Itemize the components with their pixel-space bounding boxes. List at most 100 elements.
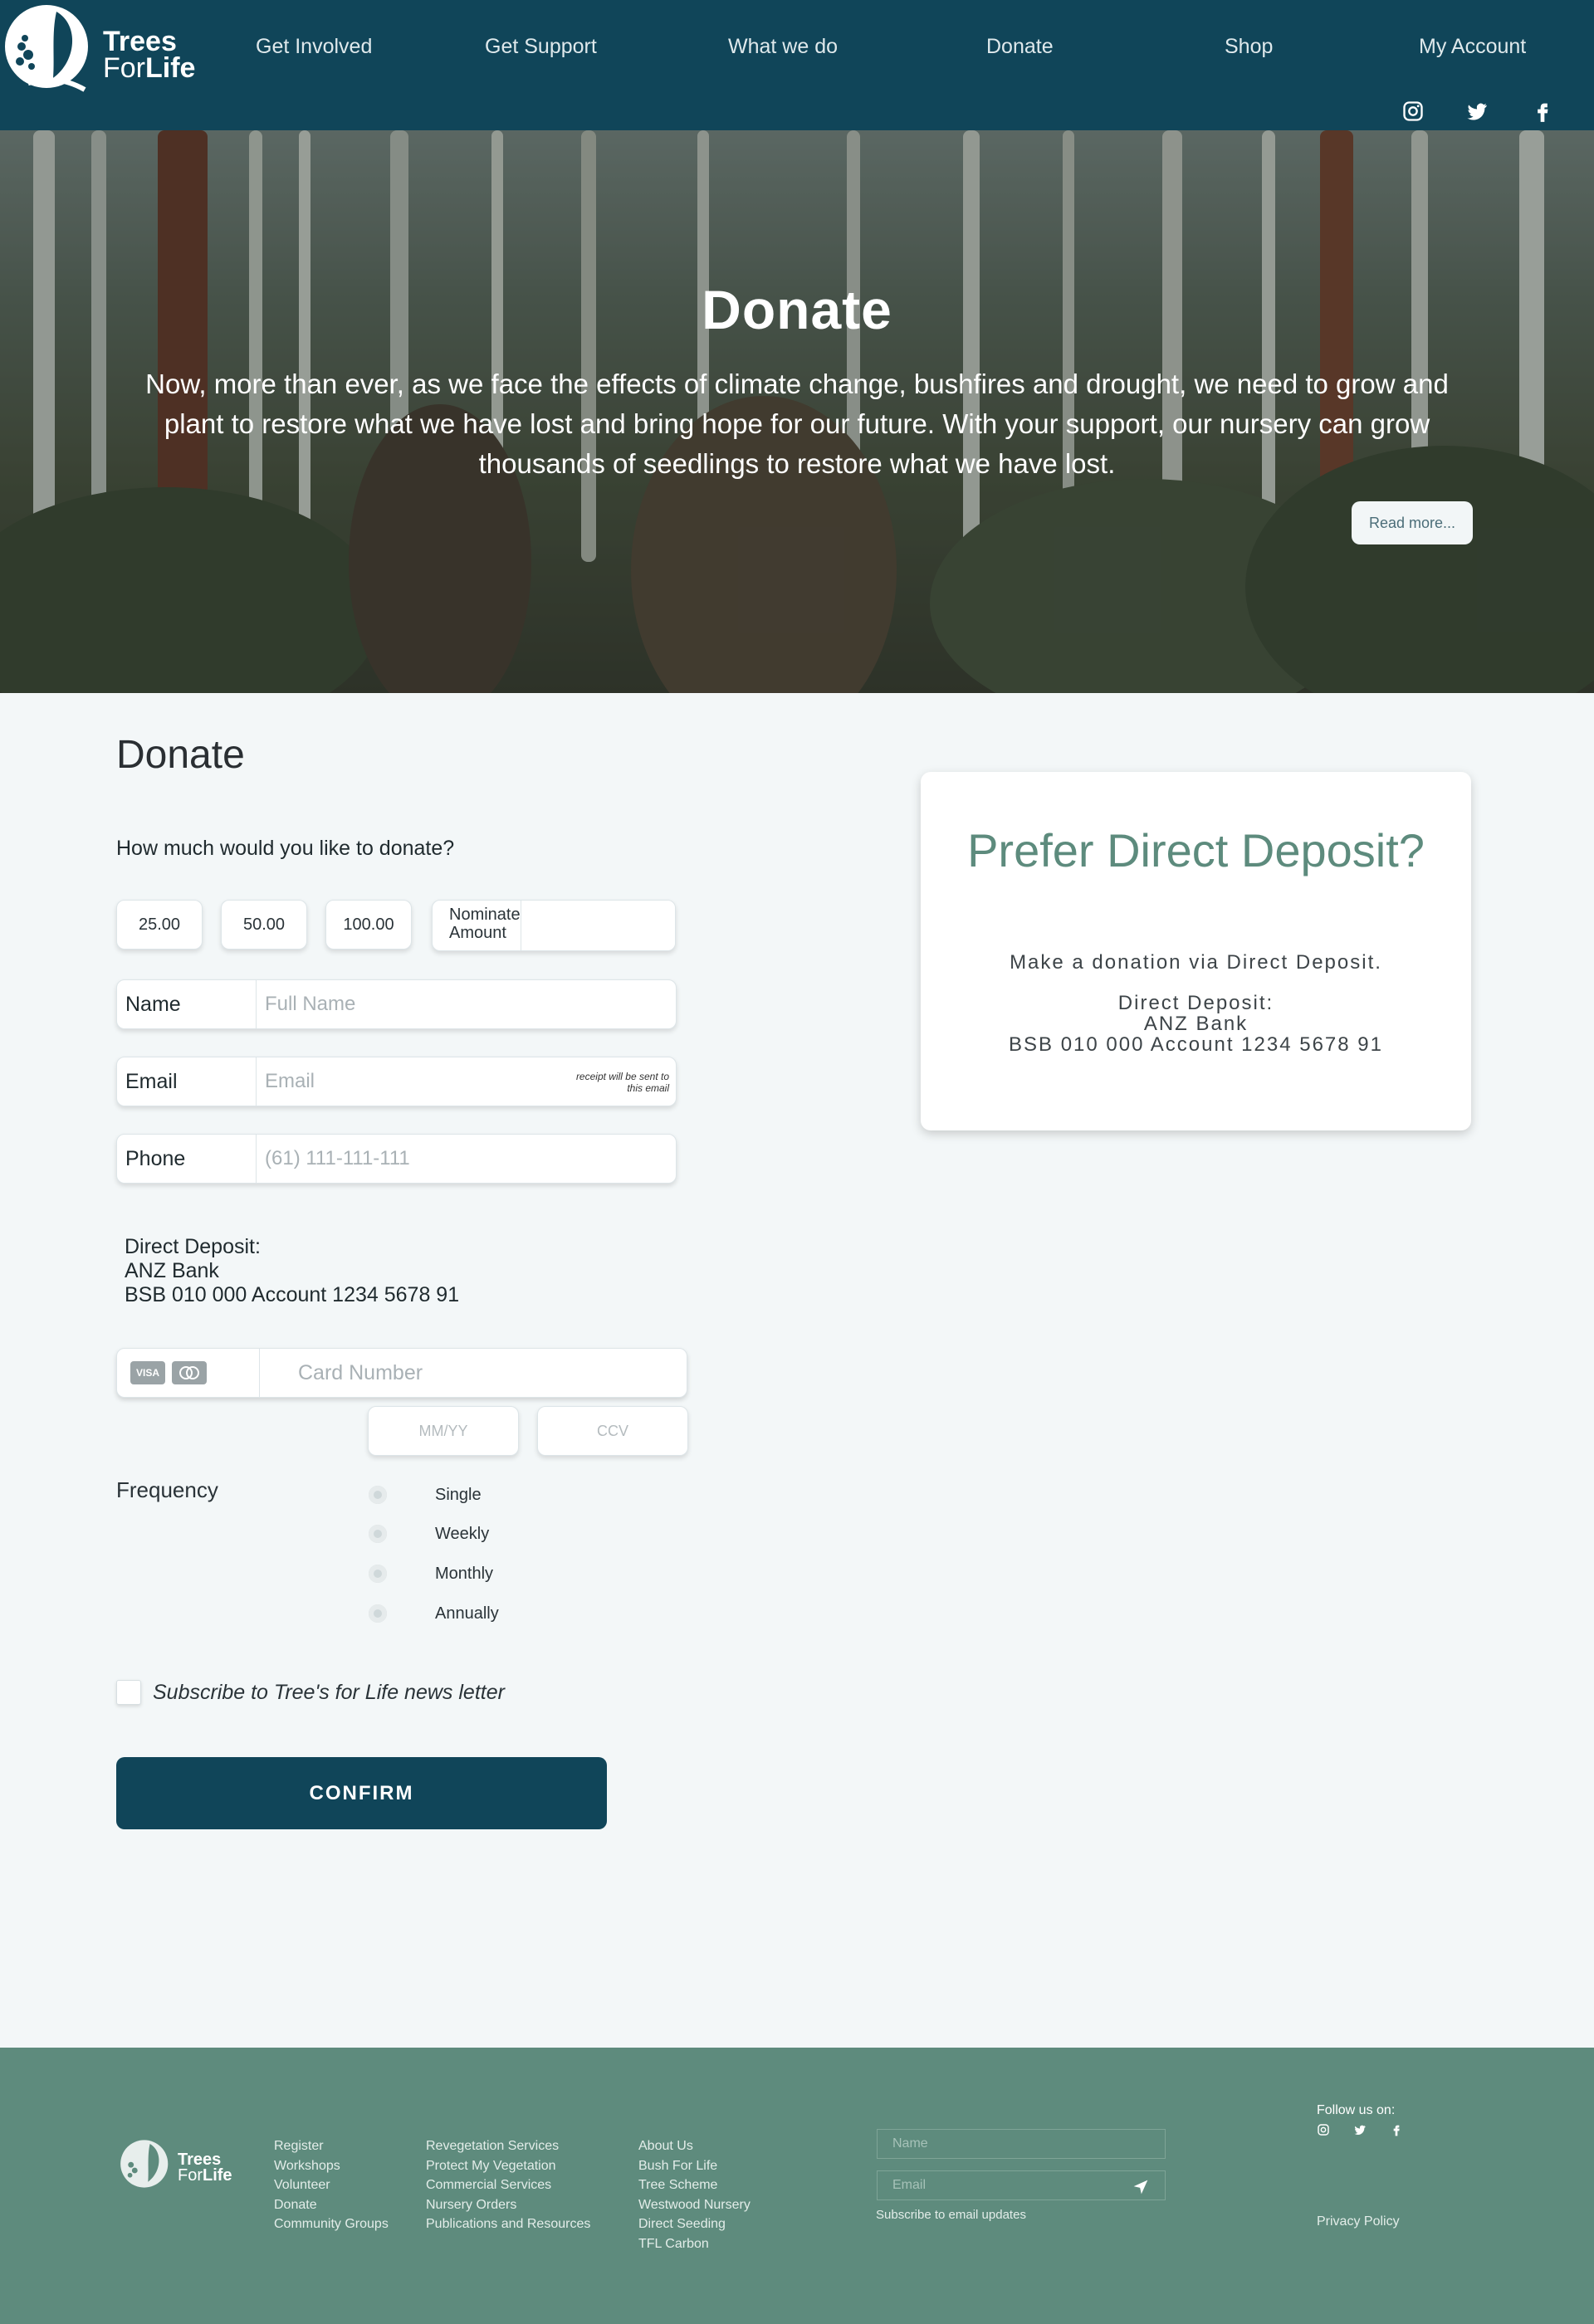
footer-link[interactable]: Publications and Resources [426,2214,590,2234]
frequency-option-weekly[interactable]: Weekly [369,1522,489,1545]
donate-form-title: Donate [116,733,245,777]
direct-deposit-card: Prefer Direct Deposit? Make a donation v… [921,772,1471,1130]
nominate-amount-label: Nominate Amount [433,901,521,950]
frequency-option-single[interactable]: Single [369,1483,482,1506]
newsletter-subscribe[interactable]: Subscribe to Tree's for Life news letter [116,1680,505,1705]
frequency-annually-label: Annually [435,1604,499,1623]
footer-column-get-involved: Register Workshops Volunteer Donate Comm… [274,2136,389,2234]
name-field: Name [116,979,677,1029]
facebook-icon[interactable] [1528,96,1557,126]
nominate-amount-input[interactable] [521,901,675,950]
ccv-input[interactable] [537,1406,688,1456]
send-icon[interactable] [1132,2179,1149,2195]
dd-line-3: BSB 010 000 Account 1234 5678 91 [1009,1033,1383,1056]
confirm-button[interactable]: CONFIRM [116,1757,607,1829]
deposit-line-2: ANZ Bank [125,1259,219,1282]
deposit-line-3: BSB 010 000 Account 1234 5678 91 [125,1283,460,1306]
phone-input[interactable] [257,1135,676,1183]
frequency-weekly-label: Weekly [435,1524,490,1543]
footer-link[interactable]: Donate [274,2195,389,2215]
twitter-icon[interactable] [1462,96,1492,126]
hero-title: Donate [702,279,892,340]
visa-icon: VISA [130,1361,165,1384]
deposit-line-1: Direct Deposit: [125,1235,261,1258]
direct-deposit-subtitle: Make a donation via Direct Deposit. [1010,951,1382,974]
nav-my-account[interactable]: My Account [1419,35,1526,59]
footer-subscribe-text: Subscribe to email updates [876,2208,1026,2222]
direct-deposit-info: Direct Deposit: ANZ Bank BSB 010 000 Acc… [125,1235,459,1307]
footer-link[interactable]: Revegetation Services [426,2136,590,2156]
radio-annually[interactable] [369,1604,387,1623]
frequency-option-monthly[interactable]: Monthly [369,1562,493,1585]
instagram-icon[interactable] [1398,96,1428,126]
radio-single[interactable] [369,1486,387,1504]
nav-shop[interactable]: Shop [1225,35,1273,59]
footer-link[interactable]: About Us [638,2136,751,2156]
frequency-single-label: Single [435,1485,482,1504]
follow-us-label: Follow us on: [1317,2103,1396,2117]
nav-get-support[interactable]: Get Support [485,35,597,59]
phone-label: Phone [117,1135,257,1183]
card-number-field: VISA [116,1348,687,1398]
nav-what-we-do[interactable]: What we do [728,35,838,59]
card-number-input[interactable] [260,1349,687,1397]
footer-logo-line2-prefix: For [178,2166,203,2185]
dd-line-1: Direct Deposit: [1117,992,1274,1014]
main-nav: Get Involved Get Support What we do Dona… [0,0,1594,98]
email-field: Email receipt will be sent to this email [116,1057,677,1106]
hero-banner: Donate Now, more than ever, as we face t… [0,130,1594,693]
footer-link[interactable]: Direct Seeding [638,2214,751,2234]
mastercard-icon [172,1361,207,1384]
footer-logo-line2: ForLife [178,2166,232,2185]
footer-instagram-icon[interactable] [1315,2121,1332,2138]
footer-link[interactable]: Workshops [274,2156,389,2176]
footer-logo[interactable]: Trees ForLife [120,2137,244,2194]
donation-question: How much would you like to donate? [116,837,455,860]
dd-line-2: ANZ Bank [1143,1013,1249,1035]
amount-button-25[interactable]: 25.00 [116,900,203,950]
email-receipt-note: receipt will be sent to this email [575,1071,669,1094]
nav-get-involved[interactable]: Get Involved [256,35,372,59]
footer-email-input[interactable] [877,2170,1166,2200]
footer-link[interactable]: Tree Scheme [638,2175,751,2195]
radio-weekly[interactable] [369,1525,387,1543]
expiry-input[interactable] [368,1406,519,1456]
direct-deposit-details: Direct Deposit: ANZ Bank BSB 010 000 Acc… [921,993,1471,1055]
privacy-policy-link[interactable]: Privacy Policy [1317,2214,1400,2229]
footer-link[interactable]: Volunteer [274,2175,389,2195]
amount-button-100[interactable]: 100.00 [325,900,412,950]
footer-link[interactable]: Community Groups [274,2214,389,2234]
amount-button-50[interactable]: 50.00 [221,900,307,950]
footer-column-services: Revegetation Services Protect My Vegetat… [426,2136,590,2234]
phone-field: Phone [116,1134,677,1184]
footer-column-about: About Us Bush For Life Tree Scheme Westw… [638,2136,751,2253]
footer-twitter-icon[interactable] [1352,2121,1368,2138]
newsletter-checkbox[interactable] [116,1680,141,1705]
hero-description: Now, more than ever, as we face the effe… [145,369,1449,479]
newsletter-label: Subscribe to Tree's for Life news letter [153,1680,505,1704]
frequency-label: Frequency [116,1477,218,1502]
footer-link[interactable]: Nursery Orders [426,2195,590,2215]
footer-name-input[interactable] [877,2129,1166,2159]
footer-logo-line2-bold: Life [203,2166,232,2185]
site-footer: Trees ForLife Register Workshops Volunte… [0,2048,1594,2324]
frequency-option-annually[interactable]: Annually [369,1602,499,1625]
radio-monthly[interactable] [369,1565,387,1583]
footer-link[interactable]: Bush For Life [638,2156,751,2176]
footer-link[interactable]: TFL Carbon [638,2234,751,2254]
footer-link[interactable]: Register [274,2136,389,2156]
direct-deposit-title: Prefer Direct Deposit? [967,824,1425,876]
nav-donate[interactable]: Donate [986,35,1054,59]
site-header: Trees ForLife Get Involved Get Support W… [0,0,1594,130]
card-brand-icons: VISA [117,1349,260,1397]
footer-link[interactable]: Commercial Services [426,2175,590,2195]
footer-logo-wordmark: Trees ForLife [178,2151,232,2185]
name-input[interactable] [257,980,676,1028]
footer-tree-leaf-logo-icon [120,2140,169,2188]
name-label: Name [117,980,257,1028]
footer-link[interactable]: Protect My Vegetation [426,2156,590,2176]
footer-facebook-icon[interactable] [1388,2121,1405,2138]
read-more-button[interactable]: Read more... [1352,501,1473,544]
footer-link[interactable]: Westwood Nursery [638,2195,751,2215]
nominate-amount-field: Nominate Amount [432,900,676,951]
